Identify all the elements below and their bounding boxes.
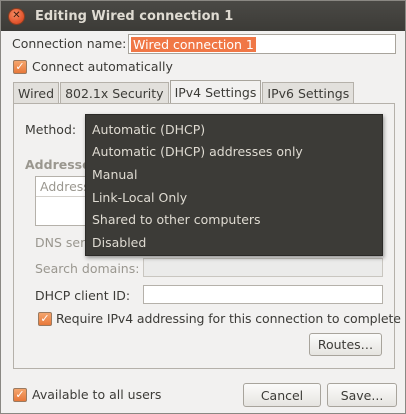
method-option-manual[interactable]: Manual <box>86 163 382 186</box>
tab-ipv4-settings[interactable]: IPv4 Settings <box>169 80 262 103</box>
available-to-all-users-label: Available to all users <box>32 387 162 402</box>
tab-bar: Wired 802.1x Security IPv4 Settings IPv6… <box>13 80 355 104</box>
method-label: Method: <box>25 122 77 137</box>
dhcp-client-id-label: DHCP client ID: <box>35 288 131 303</box>
title-bar[interactable]: ✕ Editing Wired connection 1 <box>1 1 405 31</box>
tab-label: IPv4 Settings <box>174 84 257 100</box>
method-dropdown-menu: Automatic (DHCP) Automatic (DHCP) addres… <box>85 114 383 256</box>
tab-label: Wired <box>18 85 55 101</box>
close-icon[interactable]: ✕ <box>8 7 25 25</box>
connect-automatically-checkbox[interactable]: ✓ <box>13 59 27 74</box>
routes-button[interactable]: Routes… <box>309 333 382 356</box>
tab-wired[interactable]: Wired <box>13 82 60 103</box>
available-to-all-users-checkbox[interactable]: ✓ <box>13 387 27 402</box>
method-option-link-local-only[interactable]: Link-Local Only <box>86 186 382 209</box>
require-ipv4-checkbox[interactable]: ✓ <box>38 311 52 326</box>
method-option-shared[interactable]: Shared to other computers <box>86 208 382 231</box>
require-ipv4-label: Require IPv4 addressing for this connect… <box>56 311 401 326</box>
save-button[interactable]: Save... <box>327 383 397 407</box>
require-ipv4-row[interactable]: ✓ Require IPv4 addressing for this conne… <box>38 311 401 326</box>
window-title: Editing Wired connection 1 <box>35 8 234 24</box>
connection-name-label: Connection name: <box>12 36 127 51</box>
dhcp-client-id-input[interactable] <box>143 285 383 304</box>
tab-label: IPv6 Settings <box>267 85 350 101</box>
search-domains-label: Search domains: <box>35 261 140 276</box>
connection-name-value: Wired connection 1 <box>131 36 256 52</box>
dialog-window: ✕ Editing Wired connection 1 Connection … <box>0 0 406 414</box>
method-option-disabled[interactable]: Disabled <box>86 231 382 254</box>
connect-automatically-label: Connect automatically <box>32 59 173 74</box>
search-domains-input[interactable] <box>143 258 383 277</box>
cancel-button[interactable]: Cancel <box>243 383 321 407</box>
method-option-automatic-dhcp[interactable]: Automatic (DHCP) <box>86 118 382 141</box>
tab-label: 802.1x Security <box>65 85 164 101</box>
tab-802-1x-security[interactable]: 802.1x Security <box>60 82 169 103</box>
available-to-all-users-row[interactable]: ✓ Available to all users <box>13 387 161 402</box>
tab-ipv6-settings[interactable]: IPv6 Settings <box>262 82 355 103</box>
dns-servers-label: DNS servers: <box>35 235 85 250</box>
method-option-dhcp-addresses-only[interactable]: Automatic (DHCP) addresses only <box>86 141 382 164</box>
connect-automatically-row[interactable]: ✓ Connect automatically <box>13 59 173 74</box>
connection-name-input[interactable]: Wired connection 1 <box>128 34 396 54</box>
